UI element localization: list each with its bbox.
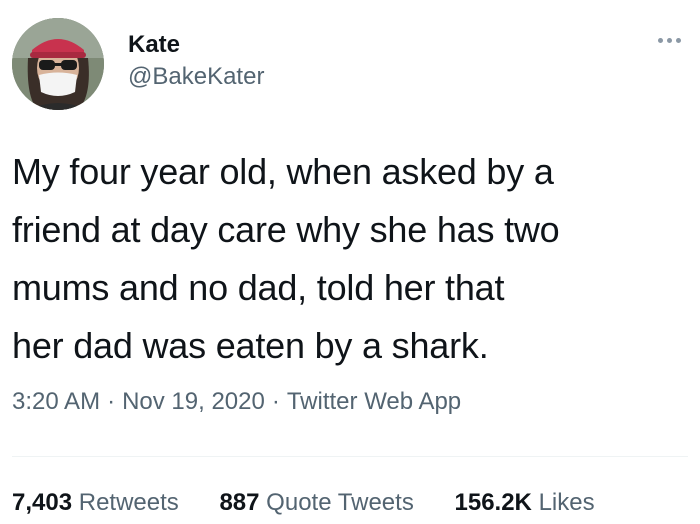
likes-count: 156.2K <box>454 489 532 516</box>
more-options-button[interactable] <box>652 28 688 52</box>
tweet-source[interactable]: Twitter Web App <box>287 388 461 415</box>
tweet-stats: 7,403 Retweets 887 Quote Tweets 156.2K L… <box>12 487 595 519</box>
tweet-date[interactable]: Nov 19, 2020 <box>122 388 265 415</box>
quote-tweets-stat[interactable]: 887 Quote Tweets <box>219 487 413 519</box>
quote-tweets-count: 887 <box>219 489 260 516</box>
tweet-text: My four year old, when asked by a friend… <box>12 151 560 366</box>
likes-stat[interactable]: 156.2K Likes <box>455 487 595 519</box>
tweet-time[interactable]: 3:20 AM <box>12 388 100 415</box>
tweet-header: Kate @BakeKater <box>12 18 688 110</box>
more-horizontal-icon <box>658 38 663 43</box>
likes-label: Likes <box>538 489 595 516</box>
retweets-count: 7,403 <box>12 489 73 516</box>
user-handle[interactable]: @BakeKater <box>128 60 264 94</box>
more-horizontal-icon-dot <box>667 38 672 43</box>
user-names: Kate @BakeKater <box>128 30 264 94</box>
tweet-card: Kate @BakeKater My four year old, when a… <box>0 0 700 524</box>
retweets-stat[interactable]: 7,403 Retweets <box>12 487 179 519</box>
meta-separator: · <box>107 388 116 415</box>
retweets-label: Retweets <box>78 489 179 516</box>
divider <box>12 456 688 457</box>
tweet-meta: 3:20 AM · Nov 19, 2020 · Twitter Web App <box>12 386 461 418</box>
display-name[interactable]: Kate <box>128 30 264 60</box>
meta-separator: · <box>271 388 280 415</box>
avatar[interactable] <box>12 18 104 110</box>
avatar-photo <box>12 18 104 110</box>
more-horizontal-icon-dot <box>676 38 681 43</box>
quote-tweets-label: Quote Tweets <box>266 489 414 516</box>
